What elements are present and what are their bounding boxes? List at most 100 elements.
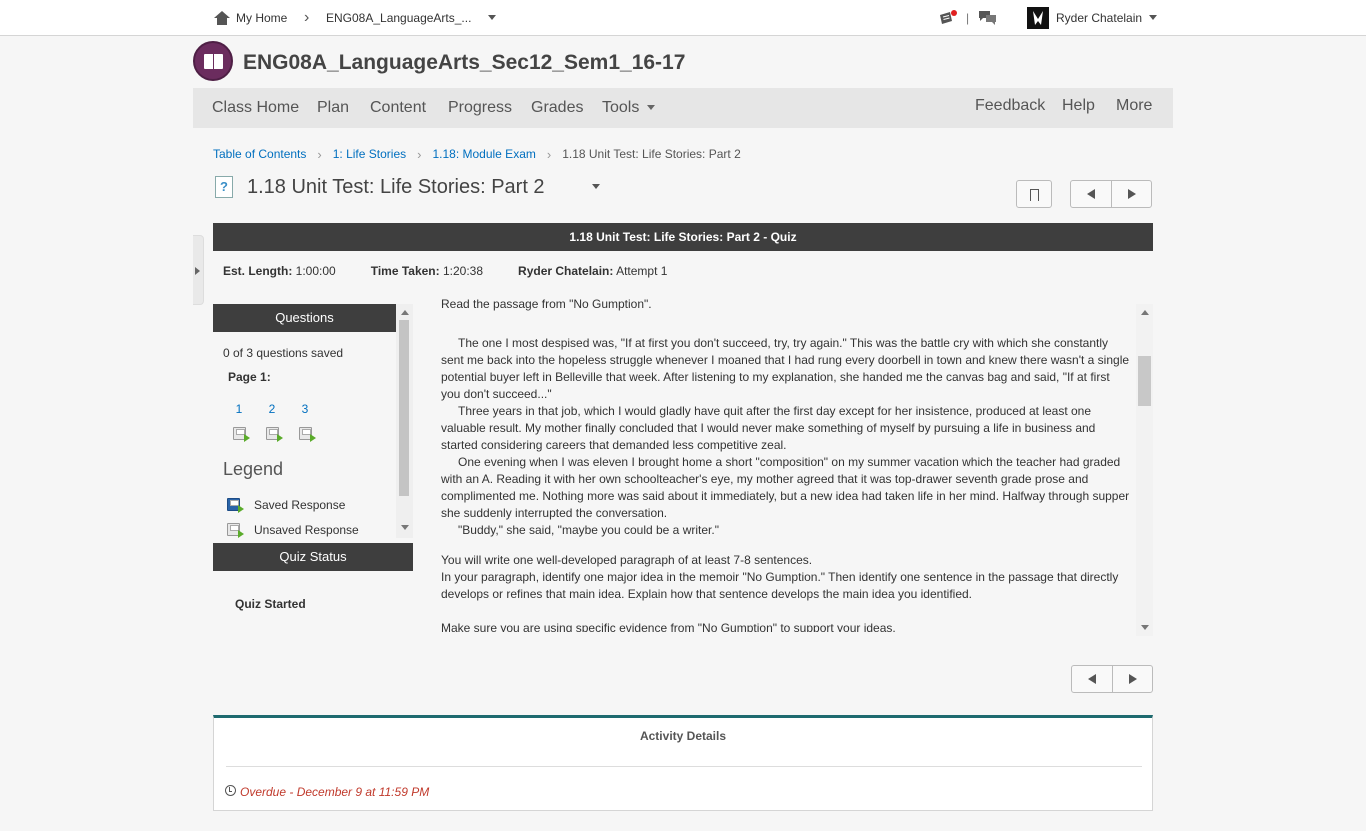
page-title: 1.18 Unit Test: Life Stories: Part 2 [247,176,545,198]
nav-class-home[interactable]: Class Home [212,88,299,128]
breadcrumb-life-stories[interactable]: 1: Life Stories [333,147,406,161]
breadcrumb-table-of-contents[interactable]: Table of Contents [213,147,306,161]
scrollbar-thumb[interactable] [399,320,409,496]
next-button[interactable] [1110,181,1152,207]
quiz-status-text: Quiz Started [235,597,306,611]
activity-details-title[interactable]: Activity Details [214,729,1152,743]
course-title[interactable]: ENG08A_LanguageArts_Sec12_Sem1_16-17 [243,51,685,75]
attempt-info: Ryder Chatelain: Attempt 1 [518,264,667,278]
chevron-down-icon [488,15,497,20]
nav-plan[interactable]: Plan [317,88,349,128]
unsaved-response-icon [227,523,244,538]
questions-saved-count: 0 of 3 questions saved [223,346,344,360]
unsaved-response-icon[interactable] [266,427,283,442]
scroll-up-icon[interactable] [1140,310,1149,315]
expand-side-panel-button[interactable] [193,235,204,305]
user-name: Ryder Chatelain [1056,10,1143,25]
top-pager [1070,180,1152,208]
messages-button[interactable] [978,0,998,35]
breadcrumb-current: 1.18 Unit Test: Life Stories: Part 2 [562,147,741,161]
previous-button[interactable] [1072,666,1112,692]
est-length: Est. Length: 1:00:00 [223,264,336,278]
passage-intro: Read the passage from "No Gumption". [441,297,652,311]
nav-content[interactable]: Content [370,88,426,128]
nav-tools-label: Tools [602,99,640,116]
time-taken-value: 1:20:38 [442,264,484,278]
legend-saved-label: Saved Response [254,498,346,512]
breadcrumb: Table of Contents › 1: Life Stories › 1.… [213,146,741,162]
avatar [1027,6,1049,29]
time-taken: Time Taken: 1:20:38 [371,264,483,278]
question-link-3[interactable]: 3 [296,402,314,416]
chevron-right-icon [195,267,200,275]
scroll-up-icon[interactable] [400,310,409,315]
next-button[interactable] [1111,666,1153,692]
instruction-text: Make sure you are using specific evidenc… [441,621,896,632]
quiz-meta: Est. Length: 1:00:00 Time Taken: 1:20:38… [223,264,667,278]
course-nav: Class Home Plan Content Progress Grades … [193,88,1173,128]
top-bar: My Home › ENG08A_LanguageArts_... | Ryde… [0,0,1366,36]
nav-help[interactable]: Help [1062,86,1095,126]
chevron-down-icon [1149,15,1158,20]
arrow-right-icon [1128,189,1137,199]
unsaved-response-icon[interactable] [299,427,316,442]
user-menu[interactable]: Ryder Chatelain [1027,0,1158,35]
legend-unsaved-label: Unsaved Response [254,523,359,537]
book-icon [204,54,223,69]
passage-paragraph: Three years in that job, which I would g… [441,404,1096,452]
attempt-value: Attempt 1 [616,264,668,278]
legend-title: Legend [223,459,284,479]
quiz-status-panel: Quiz Status Quiz Started [213,543,413,629]
topbar-divider: | [966,10,970,25]
passage-paragraph: The one I most despised was, "If at firs… [441,336,1130,401]
quiz-icon: ? [215,176,233,198]
bookmark-button[interactable] [1016,180,1052,208]
time-taken-label: Time Taken: [370,264,440,278]
question-link-2[interactable]: 2 [263,402,281,416]
questions-scrollbar[interactable] [396,304,413,538]
passage-paragraph: One evening when I was eleven I brought … [441,455,1130,520]
alerts-button[interactable] [938,0,958,35]
chevron-right-icon: › [304,8,310,26]
attempt-user-label: Ryder Chatelain: [518,264,614,278]
chevron-right-icon: › [417,146,422,162]
unsaved-response-icon[interactable] [233,427,250,442]
est-length-label: Est. Length: [223,264,293,278]
home-label: My Home [236,10,288,25]
nav-tools[interactable]: Tools [602,88,655,128]
instruction-text: In your paragraph, identify one major id… [441,570,1119,601]
nav-grades[interactable]: Grades [531,88,583,128]
bookmark-icon [1030,189,1039,202]
course-logo [193,41,233,81]
home-icon [214,10,230,25]
quiz-header: 1.18 Unit Test: Life Stories: Part 2 - Q… [213,223,1153,251]
title-menu-chevron-down-icon[interactable] [592,184,600,189]
activity-details: Activity Details Overdue - December 9 at… [213,715,1153,811]
question-link-1[interactable]: 1 [230,402,248,416]
nav-more[interactable]: More [1116,86,1152,126]
nav-progress[interactable]: Progress [448,88,512,128]
saved-response-icon [227,498,244,513]
scroll-down-icon[interactable] [1140,625,1149,630]
home-link[interactable]: My Home [214,0,287,35]
clock-icon [225,785,236,796]
scroll-down-icon[interactable] [400,525,409,530]
nav-feedback[interactable]: Feedback [975,86,1045,126]
previous-button[interactable] [1071,181,1111,207]
breadcrumb-module-exam[interactable]: 1.18: Module Exam [432,147,535,161]
quiz-status-title: Quiz Status [213,543,413,571]
arrow-left-icon [1087,674,1096,684]
content-scrollbar[interactable] [1136,304,1153,636]
bottom-pager [1071,665,1153,693]
est-length-value: 1:00:00 [295,264,336,278]
course-switcher[interactable]: ENG08A_LanguageArts_... [326,0,497,35]
chat-icon [979,10,996,25]
scrollbar-thumb[interactable] [1138,356,1151,406]
instruction-text: You will write one well-developed paragr… [441,553,813,567]
chevron-right-icon: › [317,146,322,162]
passage-paragraph: "Buddy," she said, "maybe you could be a… [458,523,719,537]
arrow-left-icon [1086,189,1095,199]
chevron-right-icon: › [546,146,552,162]
chevron-down-icon [646,105,655,111]
questions-panel: Questions 0 of 3 questions saved Page 1:… [213,304,413,542]
